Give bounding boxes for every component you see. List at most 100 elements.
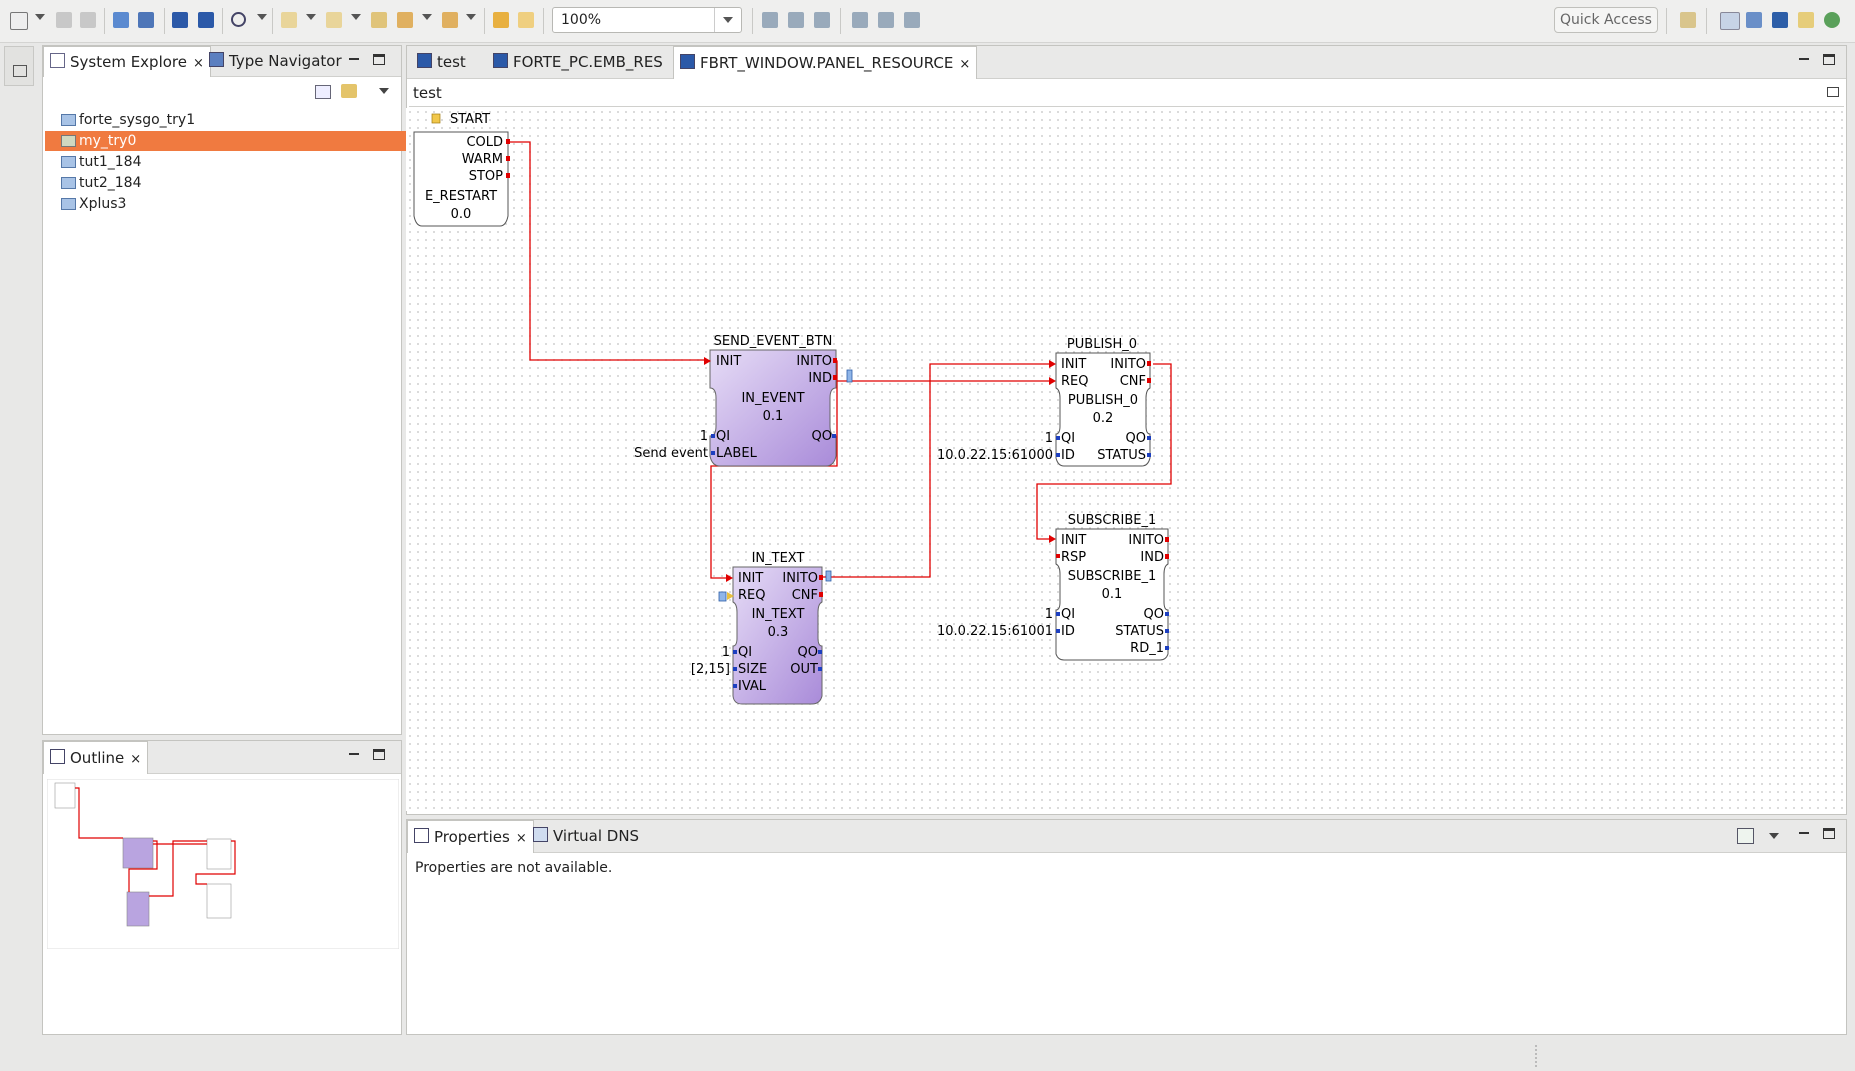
data-port-marker[interactable] [1056, 629, 1060, 633]
tab-forte-pc-emb-res[interactable]: FORTE_PC.EMB_RES [487, 46, 669, 78]
data-port-marker[interactable] [733, 650, 737, 654]
subapp-interface-icon[interactable] [846, 369, 853, 383]
forward-icon[interactable] [442, 12, 458, 28]
data-port-marker[interactable] [1165, 629, 1169, 633]
next-annotation-icon[interactable] [281, 12, 297, 28]
maximize-icon[interactable] [373, 749, 385, 760]
fb-send-event-btn[interactable]: SEND_EVENT_BTN INIT INITO IND IN_EVENT 0… [634, 334, 837, 467]
back-icon[interactable] [397, 12, 413, 28]
save-icon[interactable] [56, 12, 72, 28]
tab-type-navigator[interactable]: Type Navigator [203, 46, 348, 76]
data-port-marker[interactable] [733, 667, 737, 671]
search-dropdown-icon[interactable] [257, 14, 267, 20]
tree-item-xplus3[interactable]: Xplus3 [45, 194, 441, 214]
debug-perspective-icon[interactable] [1772, 12, 1788, 28]
deployment-perspective-icon[interactable] [1746, 12, 1762, 28]
minimize-icon[interactable] [347, 749, 361, 761]
tab-outline[interactable]: Outline × [43, 741, 149, 776]
diagram-canvas[interactable]: START COLD WARM STOP E_RESTART 0.0 SEND_… [406, 108, 1843, 811]
event-input-marker[interactable] [726, 574, 733, 582]
settings-perspective-icon[interactable] [1824, 12, 1840, 28]
maximize-icon[interactable] [1823, 828, 1835, 839]
param-size[interactable]: [2,15] [691, 662, 730, 677]
event-port-marker[interactable] [833, 375, 837, 380]
event-port-marker[interactable] [1147, 378, 1151, 383]
event-port-marker[interactable] [1147, 361, 1151, 366]
quick-access-field[interactable]: Quick Access [1554, 7, 1658, 33]
subapp-interface-icon[interactable] [825, 570, 832, 582]
connection-intext-inito-publish-init[interactable] [818, 363, 1052, 578]
undo-icon[interactable] [493, 12, 509, 28]
tab-system-explorer[interactable]: System Explore × [43, 46, 211, 77]
tree-item-tut1-184[interactable]: tut1_184 [45, 152, 441, 172]
perspective-icon[interactable] [1680, 12, 1696, 28]
tab-fbrt-window-panel-resource[interactable]: FBRT_WINDOW.PANEL_RESOURCE × [673, 46, 978, 81]
align-center-icon[interactable] [788, 12, 804, 28]
tool-perspective-icon[interactable] [1798, 12, 1814, 28]
event-port-marker[interactable] [1165, 537, 1169, 542]
event-port-marker[interactable] [506, 173, 510, 178]
event-port-marker[interactable] [506, 139, 510, 144]
breadcrumb-item[interactable]: test [413, 84, 442, 102]
data-port-marker[interactable] [1056, 453, 1060, 457]
align-top-icon[interactable] [852, 12, 868, 28]
param-label[interactable]: Send event [634, 446, 708, 461]
align-bottom-icon[interactable] [904, 12, 920, 28]
print-icon[interactable] [113, 12, 129, 28]
data-port-marker[interactable] [1165, 612, 1169, 616]
connection-warm-init[interactable] [506, 141, 706, 361]
event-port-marker[interactable] [1056, 554, 1060, 558]
data-port-marker[interactable] [818, 667, 822, 671]
link-with-editor-icon[interactable] [341, 84, 357, 98]
tab-properties[interactable]: Properties × [407, 820, 534, 853]
prev-annotation-dropdown-icon[interactable] [351, 14, 361, 20]
event-port-marker[interactable] [506, 156, 510, 161]
event-input-marker[interactable] [1049, 535, 1056, 543]
data-port-marker[interactable] [1165, 646, 1169, 650]
save-all-icon[interactable] [80, 12, 96, 28]
fb-subscribe-1[interactable]: SUBSCRIBE_1 INIT RSP INITO IND SUBSCRIBE… [937, 513, 1169, 661]
data-port-marker[interactable] [1147, 436, 1151, 440]
align-right-icon[interactable] [814, 12, 830, 28]
data-port-marker[interactable] [818, 650, 822, 654]
data-port-marker[interactable] [711, 434, 715, 438]
tree-item-tut2-184[interactable]: tut2_184 [45, 173, 441, 193]
outline-thumbnail[interactable] [47, 779, 399, 949]
pin-editor-icon[interactable] [1737, 828, 1754, 844]
last-edit-icon[interactable] [371, 12, 387, 28]
align-left-icon[interactable] [762, 12, 778, 28]
close-icon[interactable]: × [959, 49, 970, 81]
event-port-marker[interactable] [1165, 554, 1169, 559]
event-port-marker[interactable] [819, 575, 823, 580]
param-id[interactable]: 10.0.22.15:61000 [937, 448, 1053, 463]
new-dropdown-icon[interactable] [35, 14, 45, 20]
collapse-all-icon[interactable] [315, 85, 331, 99]
data-port-marker[interactable] [1056, 612, 1060, 616]
data-port-marker[interactable] [711, 451, 715, 455]
chevron-down-icon[interactable] [714, 8, 741, 32]
close-icon[interactable]: × [516, 823, 527, 855]
minimize-icon[interactable] [1797, 828, 1811, 840]
maximize-icon[interactable] [1823, 54, 1835, 65]
upload-icon[interactable] [198, 12, 214, 28]
data-port-marker[interactable] [832, 434, 836, 438]
data-port-marker[interactable] [1147, 453, 1151, 457]
redo-icon[interactable] [518, 12, 534, 28]
view-menu-icon[interactable] [379, 88, 389, 94]
view-menu-icon[interactable] [1769, 833, 1779, 839]
minimize-icon[interactable] [1797, 54, 1811, 66]
maximize-icon[interactable] [373, 54, 385, 65]
close-icon[interactable]: × [130, 744, 141, 776]
next-annotation-dropdown-icon[interactable] [306, 14, 316, 20]
tab-virtual-dns[interactable]: Virtual DNS [527, 820, 645, 852]
restore-icon[interactable] [13, 65, 27, 77]
minimize-icon[interactable] [347, 54, 361, 66]
tree-item-forte-sysgo-try1[interactable]: forte_sysgo_try1 [45, 110, 441, 130]
download-icon[interactable] [172, 12, 188, 28]
build-icon[interactable] [138, 12, 154, 28]
back-dropdown-icon[interactable] [422, 14, 432, 20]
fb-start[interactable]: START COLD WARM STOP E_RESTART 0.0 [413, 112, 510, 227]
fb-in-text[interactable]: IN_TEXT INIT REQ INITO CNF IN_TEXT 0.3 Q… [691, 551, 832, 705]
event-port-marker[interactable] [833, 358, 837, 363]
align-middle-icon[interactable] [878, 12, 894, 28]
